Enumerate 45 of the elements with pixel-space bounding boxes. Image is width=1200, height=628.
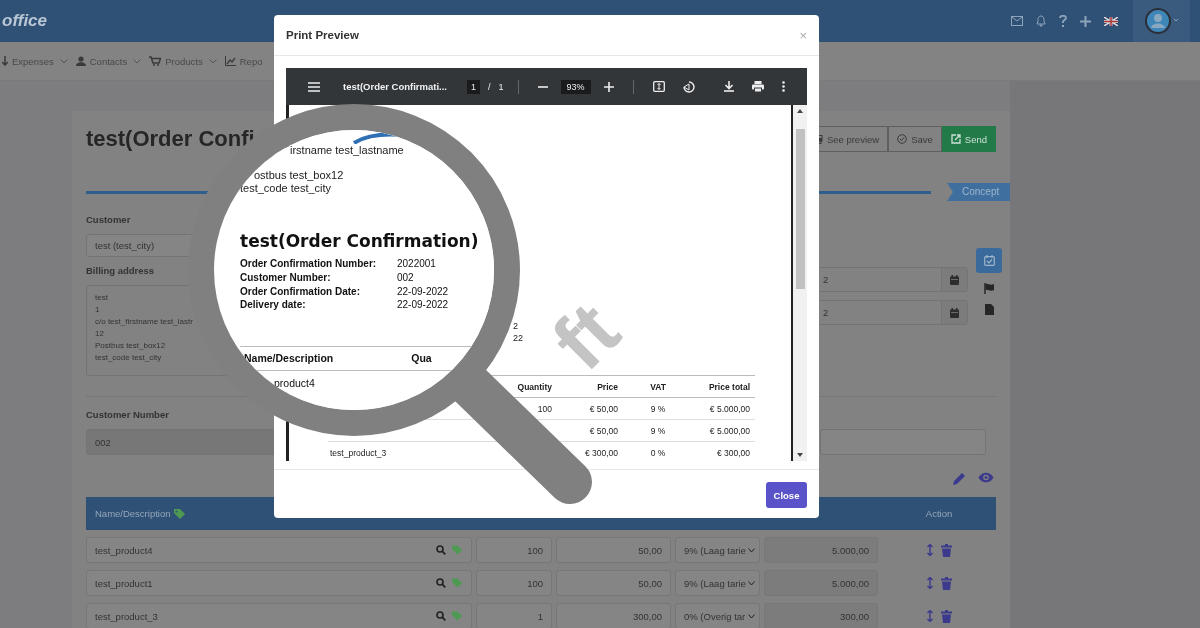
column-header: Price: [596, 381, 618, 392]
column-header: Name/Description: [244, 352, 334, 365]
dialog-title: Print Preview: [286, 29, 359, 41]
table-cell: € 50,00: [589, 403, 618, 414]
field-value: 22-09-2022: [397, 285, 449, 297]
table-cell: € 5.000,00: [709, 425, 750, 436]
table-cell: 0 %: [650, 447, 666, 458]
file-name: test(Order Confirmati...: [343, 81, 447, 92]
table-cell: 9 %: [650, 403, 666, 414]
field-label: Billing address: [86, 264, 155, 278]
table-cell: product4: [274, 376, 315, 389]
field-label: Customer Number: [86, 408, 169, 422]
table-cell: 100: [537, 403, 552, 414]
field-value: 22-09-2022: [397, 299, 449, 311]
page-count: 1: [498, 81, 504, 92]
table-cell: € 5.000,00: [709, 403, 750, 414]
address-text: ostbus test_box12: [254, 169, 344, 182]
total-field: 300,00: [764, 603, 878, 628]
field-value: 2022001: [397, 258, 436, 270]
field-label: Customer: [86, 213, 131, 227]
field-label: Customer Number:: [240, 272, 332, 284]
total-field: 5.000,00: [764, 570, 878, 596]
column-header: Quantity: [516, 381, 552, 392]
total-field: 5.000,00: [764, 537, 878, 563]
column-header: Name/Description: [95, 508, 171, 519]
table-cell: € 50,00: [589, 425, 618, 436]
address-text: test_code test_city: [240, 182, 332, 195]
column-header: Action: [924, 508, 954, 519]
address-text: irstname test_lastname: [290, 144, 404, 157]
field-label: Order Confirmation Date:: [240, 285, 361, 297]
document-heading: test(Order Confirmation): [240, 231, 479, 251]
column-header: Price total: [707, 381, 751, 392]
table-cell: test_product_3: [330, 447, 387, 458]
column-header: Qua: [411, 352, 432, 365]
document-text: 22: [513, 332, 524, 344]
table-cell: 9 %: [650, 425, 666, 436]
page-separator: /: [488, 81, 491, 92]
status-ribbon: Concept: [947, 183, 1010, 201]
table-cell: € 300,00: [584, 447, 618, 458]
watermark: ft: [539, 289, 634, 384]
field-label: Order Confirmation Number:: [240, 258, 378, 270]
column-header: VAT: [649, 381, 667, 392]
table-cell: € 300,00: [716, 447, 750, 458]
field-label: Delivery date:: [240, 299, 307, 311]
field-value: 002: [397, 272, 414, 284]
